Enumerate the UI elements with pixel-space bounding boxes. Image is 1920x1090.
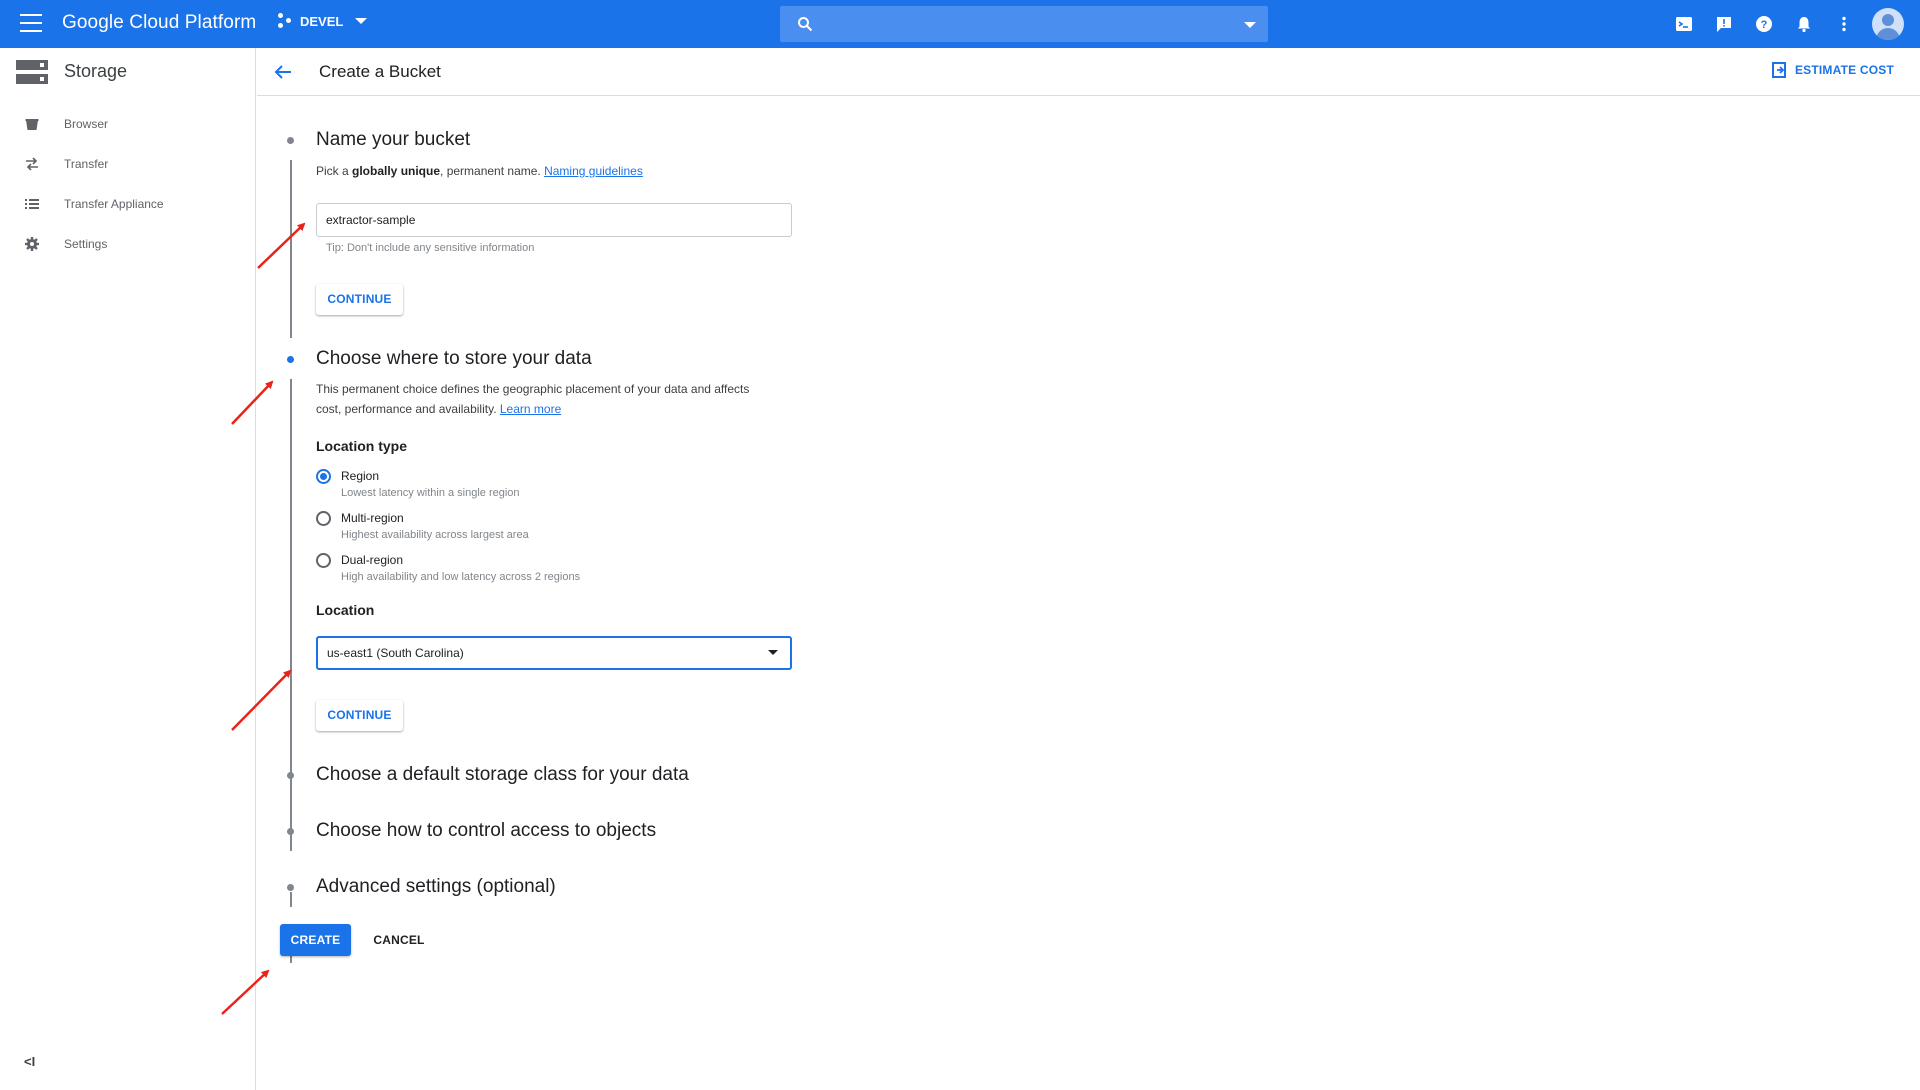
location-select-value: us-east1 (South Carolina) bbox=[327, 646, 464, 660]
location-select[interactable]: us-east1 (South Carolina) bbox=[316, 636, 792, 670]
bucket-name-input[interactable]: extractor-sample bbox=[316, 203, 792, 237]
learn-more-link[interactable]: Learn more bbox=[500, 402, 561, 416]
radio-button[interactable] bbox=[316, 469, 331, 484]
radio-dual-region[interactable]: Dual-region High availability and low lat… bbox=[316, 551, 580, 585]
bucket-name-tip: Tip: Don't include any sensitive informa… bbox=[326, 242, 535, 254]
step-name-title[interactable]: Name your bucket bbox=[316, 129, 470, 151]
estimate-cost-label: ESTIMATE COST bbox=[1794, 63, 1894, 77]
radio-button[interactable] bbox=[316, 511, 331, 526]
step-indicator bbox=[287, 356, 294, 363]
step-indicator bbox=[287, 884, 294, 891]
sidebar-item-transfer-appliance[interactable]: Transfer Appliance bbox=[0, 184, 256, 224]
transfer-icon bbox=[26, 157, 38, 171]
chevron-down-icon bbox=[355, 18, 368, 24]
step-location-description: This permanent choice defines the geogra… bbox=[316, 382, 750, 416]
cloud-shell-icon[interactable] bbox=[1664, 4, 1704, 44]
collapse-sidebar-icon[interactable]: <I bbox=[24, 1054, 35, 1069]
top-icons: ? bbox=[1664, 0, 1920, 48]
page-header: Create a Bucket ESTIMATE COST bbox=[257, 48, 1920, 96]
location-type-label: Location type bbox=[316, 438, 408, 454]
step-indicator bbox=[287, 772, 294, 779]
sidebar-item-label: Settings bbox=[64, 237, 108, 251]
step-indicator bbox=[287, 137, 294, 144]
sidebar-header: Storage bbox=[0, 48, 256, 96]
sidebar: Storage Browser Transfer Transfer Applia… bbox=[0, 48, 256, 1090]
menu-icon[interactable] bbox=[20, 14, 42, 32]
stepper-line bbox=[290, 892, 292, 907]
radio-button[interactable] bbox=[316, 553, 331, 568]
notifications-icon[interactable] bbox=[1784, 4, 1824, 44]
location-label: Location bbox=[316, 602, 375, 618]
page-title: Create a Bucket bbox=[319, 62, 441, 81]
cancel-button[interactable]: CANCEL bbox=[367, 924, 431, 956]
continue-button[interactable]: CONTINUE bbox=[316, 284, 403, 315]
step-advanced-title[interactable]: Advanced settings (optional) bbox=[316, 876, 556, 898]
project-icon bbox=[278, 13, 294, 29]
sidebar-item-label: Transfer Appliance bbox=[64, 197, 164, 211]
sidebar-item-settings[interactable]: Settings bbox=[0, 224, 256, 264]
feedback-icon[interactable] bbox=[1704, 4, 1744, 44]
sidebar-item-browser[interactable]: Browser bbox=[0, 104, 256, 144]
brand-title[interactable]: Google Cloud Platform bbox=[62, 12, 256, 34]
project-name: DEVEL bbox=[300, 13, 344, 29]
project-selector[interactable]: DEVEL bbox=[278, 13, 368, 29]
estimate-icon bbox=[1771, 62, 1786, 78]
top-app-bar: Google Cloud Platform DEVEL ? bbox=[0, 0, 1920, 48]
create-button[interactable]: CREATE bbox=[280, 924, 351, 956]
svg-text:?: ? bbox=[1761, 19, 1768, 31]
sidebar-title: Storage bbox=[64, 61, 128, 81]
radio-multi-region[interactable]: Multi-region Highest availability across … bbox=[316, 509, 529, 543]
stepper-line bbox=[290, 379, 292, 851]
back-arrow-icon[interactable] bbox=[271, 60, 295, 84]
search-icon bbox=[798, 17, 813, 32]
stepper-line bbox=[290, 160, 292, 338]
estimate-cost-button[interactable]: ESTIMATE COST bbox=[1771, 61, 1894, 79]
search-input[interactable] bbox=[780, 6, 1268, 42]
step-storage-class-title[interactable]: Choose a default storage class for your … bbox=[316, 764, 689, 786]
sidebar-nav: Browser Transfer Transfer Appliance Sett… bbox=[0, 104, 256, 264]
sidebar-item-label: Browser bbox=[64, 117, 109, 131]
step-access-title[interactable]: Choose how to control access to objects bbox=[316, 820, 656, 842]
search-dropdown-icon[interactable] bbox=[1244, 22, 1256, 28]
radio-region[interactable]: Region Lowest latency within a single reg… bbox=[316, 467, 520, 501]
account-avatar[interactable] bbox=[1872, 8, 1904, 40]
help-icon[interactable]: ? bbox=[1744, 4, 1784, 44]
sidebar-item-label: Transfer bbox=[64, 157, 109, 171]
naming-guidelines-link[interactable]: Naming guidelines bbox=[544, 164, 643, 178]
step-location-title[interactable]: Choose where to store your data bbox=[316, 348, 592, 370]
create-bucket-form: Name your bucket Pick a globally unique,… bbox=[257, 96, 1920, 1090]
gear-icon bbox=[25, 237, 39, 251]
storage-icon bbox=[16, 60, 48, 84]
step-name-description: Pick a globally unique, permanent name. … bbox=[316, 164, 643, 178]
list-icon bbox=[25, 199, 39, 209]
chevron-down-icon bbox=[768, 650, 778, 655]
bucket-icon bbox=[25, 119, 39, 130]
continue-button[interactable]: CONTINUE bbox=[316, 700, 403, 731]
step-indicator bbox=[287, 828, 294, 835]
sidebar-item-transfer[interactable]: Transfer bbox=[0, 144, 256, 184]
more-vert-icon[interactable] bbox=[1824, 4, 1864, 44]
